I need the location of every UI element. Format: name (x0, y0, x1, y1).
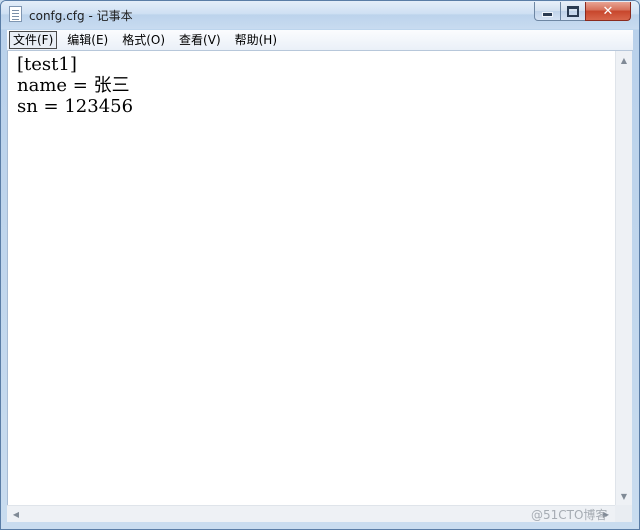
minimize-button[interactable] (534, 2, 561, 21)
menu-edit[interactable]: 编辑(E) (63, 31, 112, 49)
size-grip[interactable] (615, 505, 632, 522)
editor-line: name = 张三 (17, 75, 130, 96)
vertical-scrollbar[interactable]: ▲ ▼ (615, 51, 632, 505)
notepad-icon[interactable] (9, 6, 22, 22)
notepad-window: confg.cfg - 记事本 ✕ 文件(F) 编辑(E) 格式(O) 查看(V… (0, 0, 640, 530)
close-button[interactable]: ✕ (585, 2, 631, 21)
scroll-up-icon[interactable]: ▲ (618, 53, 630, 67)
window-title: confg.cfg - 记事本 (29, 9, 133, 23)
editor-line: sn = 123456 (17, 96, 134, 117)
close-icon: ✕ (602, 3, 614, 19)
title-bar[interactable]: confg.cfg - 记事本 ✕ (1, 1, 639, 29)
menu-view[interactable]: 查看(V) (175, 31, 225, 49)
menu-file[interactable]: 文件(F) (9, 31, 58, 49)
scroll-down-icon[interactable]: ▼ (618, 489, 630, 503)
scroll-left-icon[interactable]: ◀ (9, 508, 23, 520)
maximize-icon (567, 5, 579, 17)
menu-bar: 文件(F) 编辑(E) 格式(O) 查看(V) 帮助(H) (7, 30, 633, 51)
text-editor[interactable]: [test1] name = 张三 sn = 123456 (7, 51, 615, 505)
editor-line: [test1] (17, 54, 77, 75)
minimize-icon (542, 11, 553, 17)
maximize-button[interactable] (560, 2, 586, 21)
menu-format[interactable]: 格式(O) (118, 31, 169, 49)
horizontal-scrollbar[interactable]: ◀ ▶ (7, 505, 615, 522)
menu-help[interactable]: 帮助(H) (231, 31, 281, 49)
watermark: @51CTO博客 (531, 508, 608, 522)
